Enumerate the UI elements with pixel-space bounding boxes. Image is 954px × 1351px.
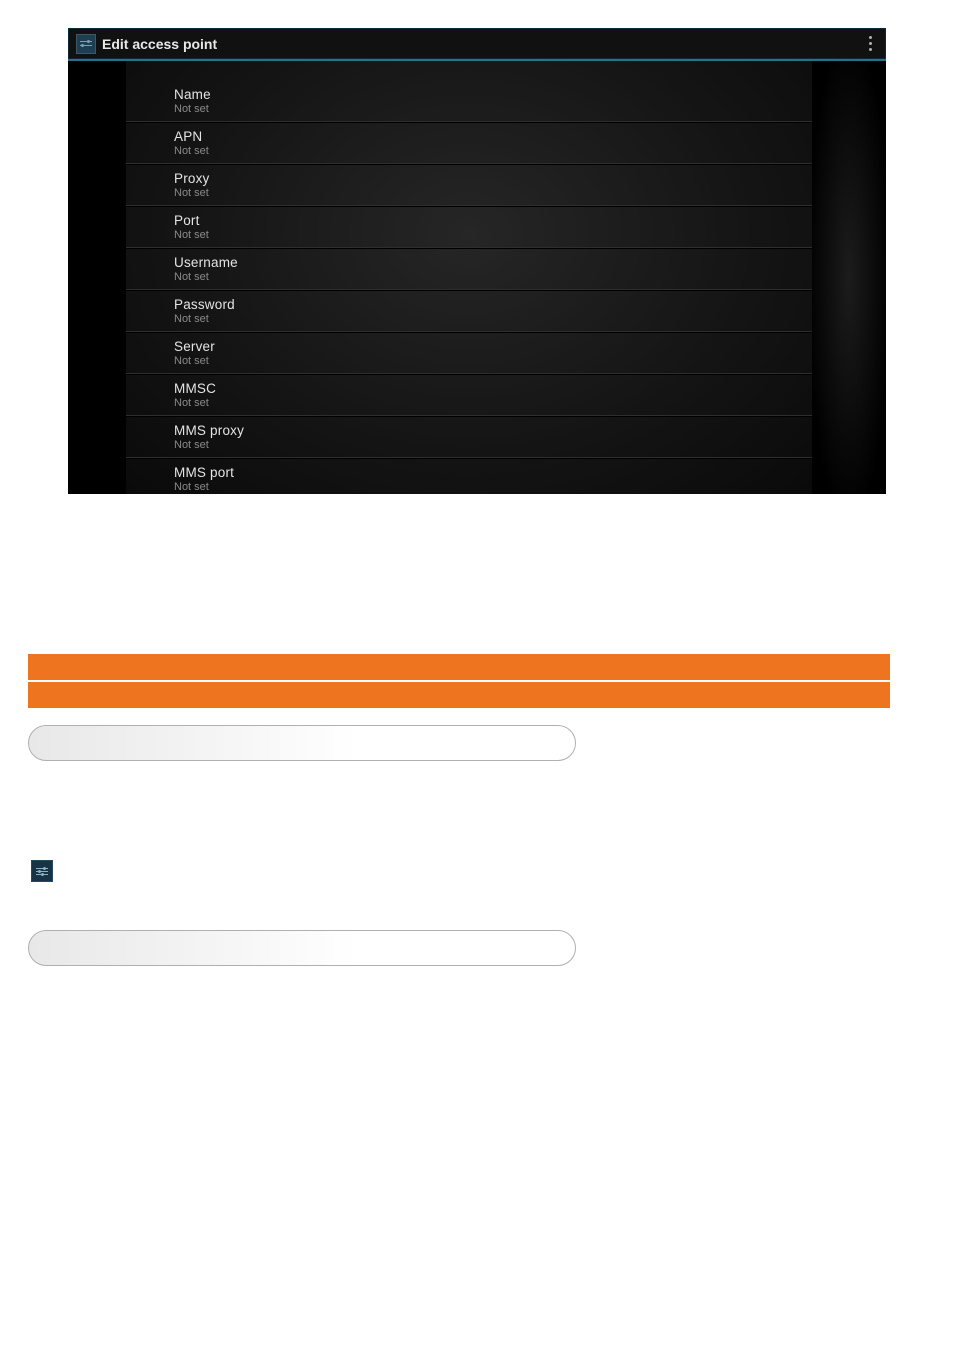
setting-value: Not set [174,313,764,325]
setting-item-apn[interactable]: APN Not set [126,122,812,164]
setting-label: MMS proxy [174,423,764,438]
setting-value: Not set [174,103,764,115]
setting-item-proxy[interactable]: Proxy Not set [126,164,812,206]
right-gutter-dark [812,61,886,494]
callout-pill-2 [28,930,576,966]
android-apn-screenshot: Edit access point Name Not set APN Not s… [68,28,886,494]
setting-value: Not set [174,439,764,451]
setting-value: Not set [174,229,764,241]
body-paragraph-2 [28,860,888,882]
setting-item-name[interactable]: Name Not set [126,81,812,122]
setting-item-mms-proxy[interactable]: MMS proxy Not set [126,416,812,458]
left-gutter-dark [68,61,126,494]
android-body: Name Not set APN Not set Proxy Not set P… [68,61,886,494]
setting-label: Username [174,255,764,270]
setting-label: Proxy [174,171,764,186]
overflow-menu-icon[interactable] [863,32,878,55]
setting-item-password[interactable]: Password Not set [126,290,812,332]
apn-settings-list: Name Not set APN Not set Proxy Not set P… [126,61,812,494]
setting-label: Port [174,213,764,228]
setting-label: MMSC [174,381,764,396]
setting-label: MMS port [174,465,764,480]
setting-value: Not set [174,397,764,409]
setting-label: APN [174,129,764,144]
section-bar-sub [28,682,890,708]
setting-value: Not set [174,145,764,157]
setting-item-server[interactable]: Server Not set [126,332,812,374]
setting-label: Name [174,87,764,102]
screen-title: Edit access point [102,36,217,52]
setting-label: Password [174,297,764,312]
setting-item-username[interactable]: Username Not set [126,248,812,290]
setting-value: Not set [174,271,764,283]
setting-item-port[interactable]: Port Not set [126,206,812,248]
setting-item-mms-port[interactable]: MMS port Not set [126,458,812,494]
setting-value: Not set [174,481,764,493]
settings-sliders-icon [31,860,53,882]
callout-pill-1 [28,725,576,761]
section-bar-main [28,654,890,680]
setting-item-mmsc[interactable]: MMSC Not set [126,374,812,416]
settings-icon [76,34,96,54]
setting-value: Not set [174,187,764,199]
setting-label: Server [174,339,764,354]
android-titlebar: Edit access point [68,28,886,61]
titlebar-left: Edit access point [76,34,217,54]
setting-value: Not set [174,355,764,367]
